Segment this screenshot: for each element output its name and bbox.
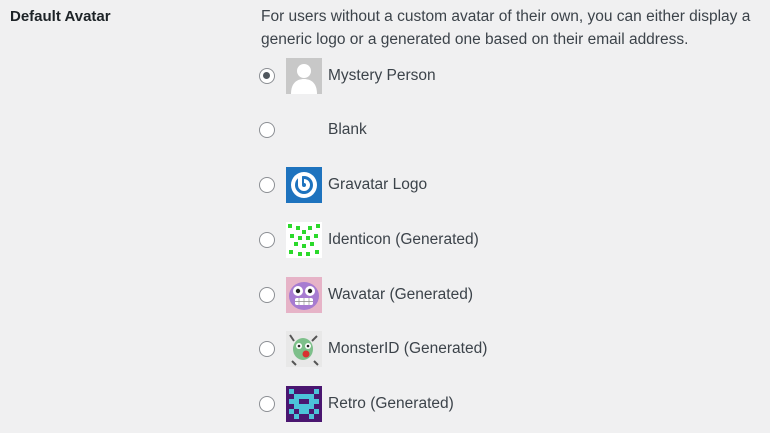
radio-blank[interactable] [259, 122, 275, 139]
radio-retro[interactable] [259, 396, 275, 413]
avatar-option-wavatar[interactable]: Wavatar (Generated) [259, 276, 487, 313]
radio-identicon[interactable] [259, 231, 275, 248]
option-label-wavatar: Wavatar (Generated) [328, 285, 474, 303]
default-avatar-settings: Default Avatar For users without a custo… [0, 0, 770, 433]
avatar-option-gravatar-logo[interactable]: Gravatar Logo [259, 167, 487, 204]
avatar-option-blank[interactable]: Blank [259, 112, 487, 149]
avatar-option-identicon[interactable]: Identicon (Generated) [259, 221, 487, 258]
gravatar-logo-icon [286, 167, 322, 204]
radio-mystery-person[interactable] [259, 67, 275, 84]
option-label-blank: Blank [328, 121, 367, 139]
radio-wavatar[interactable] [259, 286, 275, 303]
option-label-gravatar-logo: Gravatar Logo [328, 176, 428, 194]
retro-icon [286, 386, 322, 423]
avatar-option-mystery-person[interactable]: Mystery Person [259, 57, 487, 94]
option-label-retro: Retro (Generated) [328, 395, 454, 413]
identicon-icon [286, 221, 322, 258]
option-label-monsterid: MonsterID (Generated) [328, 340, 488, 358]
option-label-identicon: Identicon (Generated) [328, 230, 479, 248]
mystery-person-icon [286, 57, 322, 94]
avatar-option-monsterid[interactable]: MonsterID (Generated) [259, 331, 487, 368]
monsterid-icon [286, 331, 322, 368]
avatar-options-list: Mystery Person Blank Gravatar Logo Ident… [259, 57, 487, 433]
default-avatar-heading: Default Avatar [10, 8, 111, 25]
default-avatar-description: For users without a custom avatar of the… [261, 8, 751, 48]
option-label-mystery-person: Mystery Person [328, 66, 436, 84]
radio-gravatar-logo[interactable] [259, 177, 275, 194]
radio-monsterid[interactable] [259, 341, 275, 358]
avatar-option-retro[interactable]: Retro (Generated) [259, 386, 487, 423]
blank-avatar [286, 112, 322, 148]
wavatar-icon [286, 276, 322, 313]
